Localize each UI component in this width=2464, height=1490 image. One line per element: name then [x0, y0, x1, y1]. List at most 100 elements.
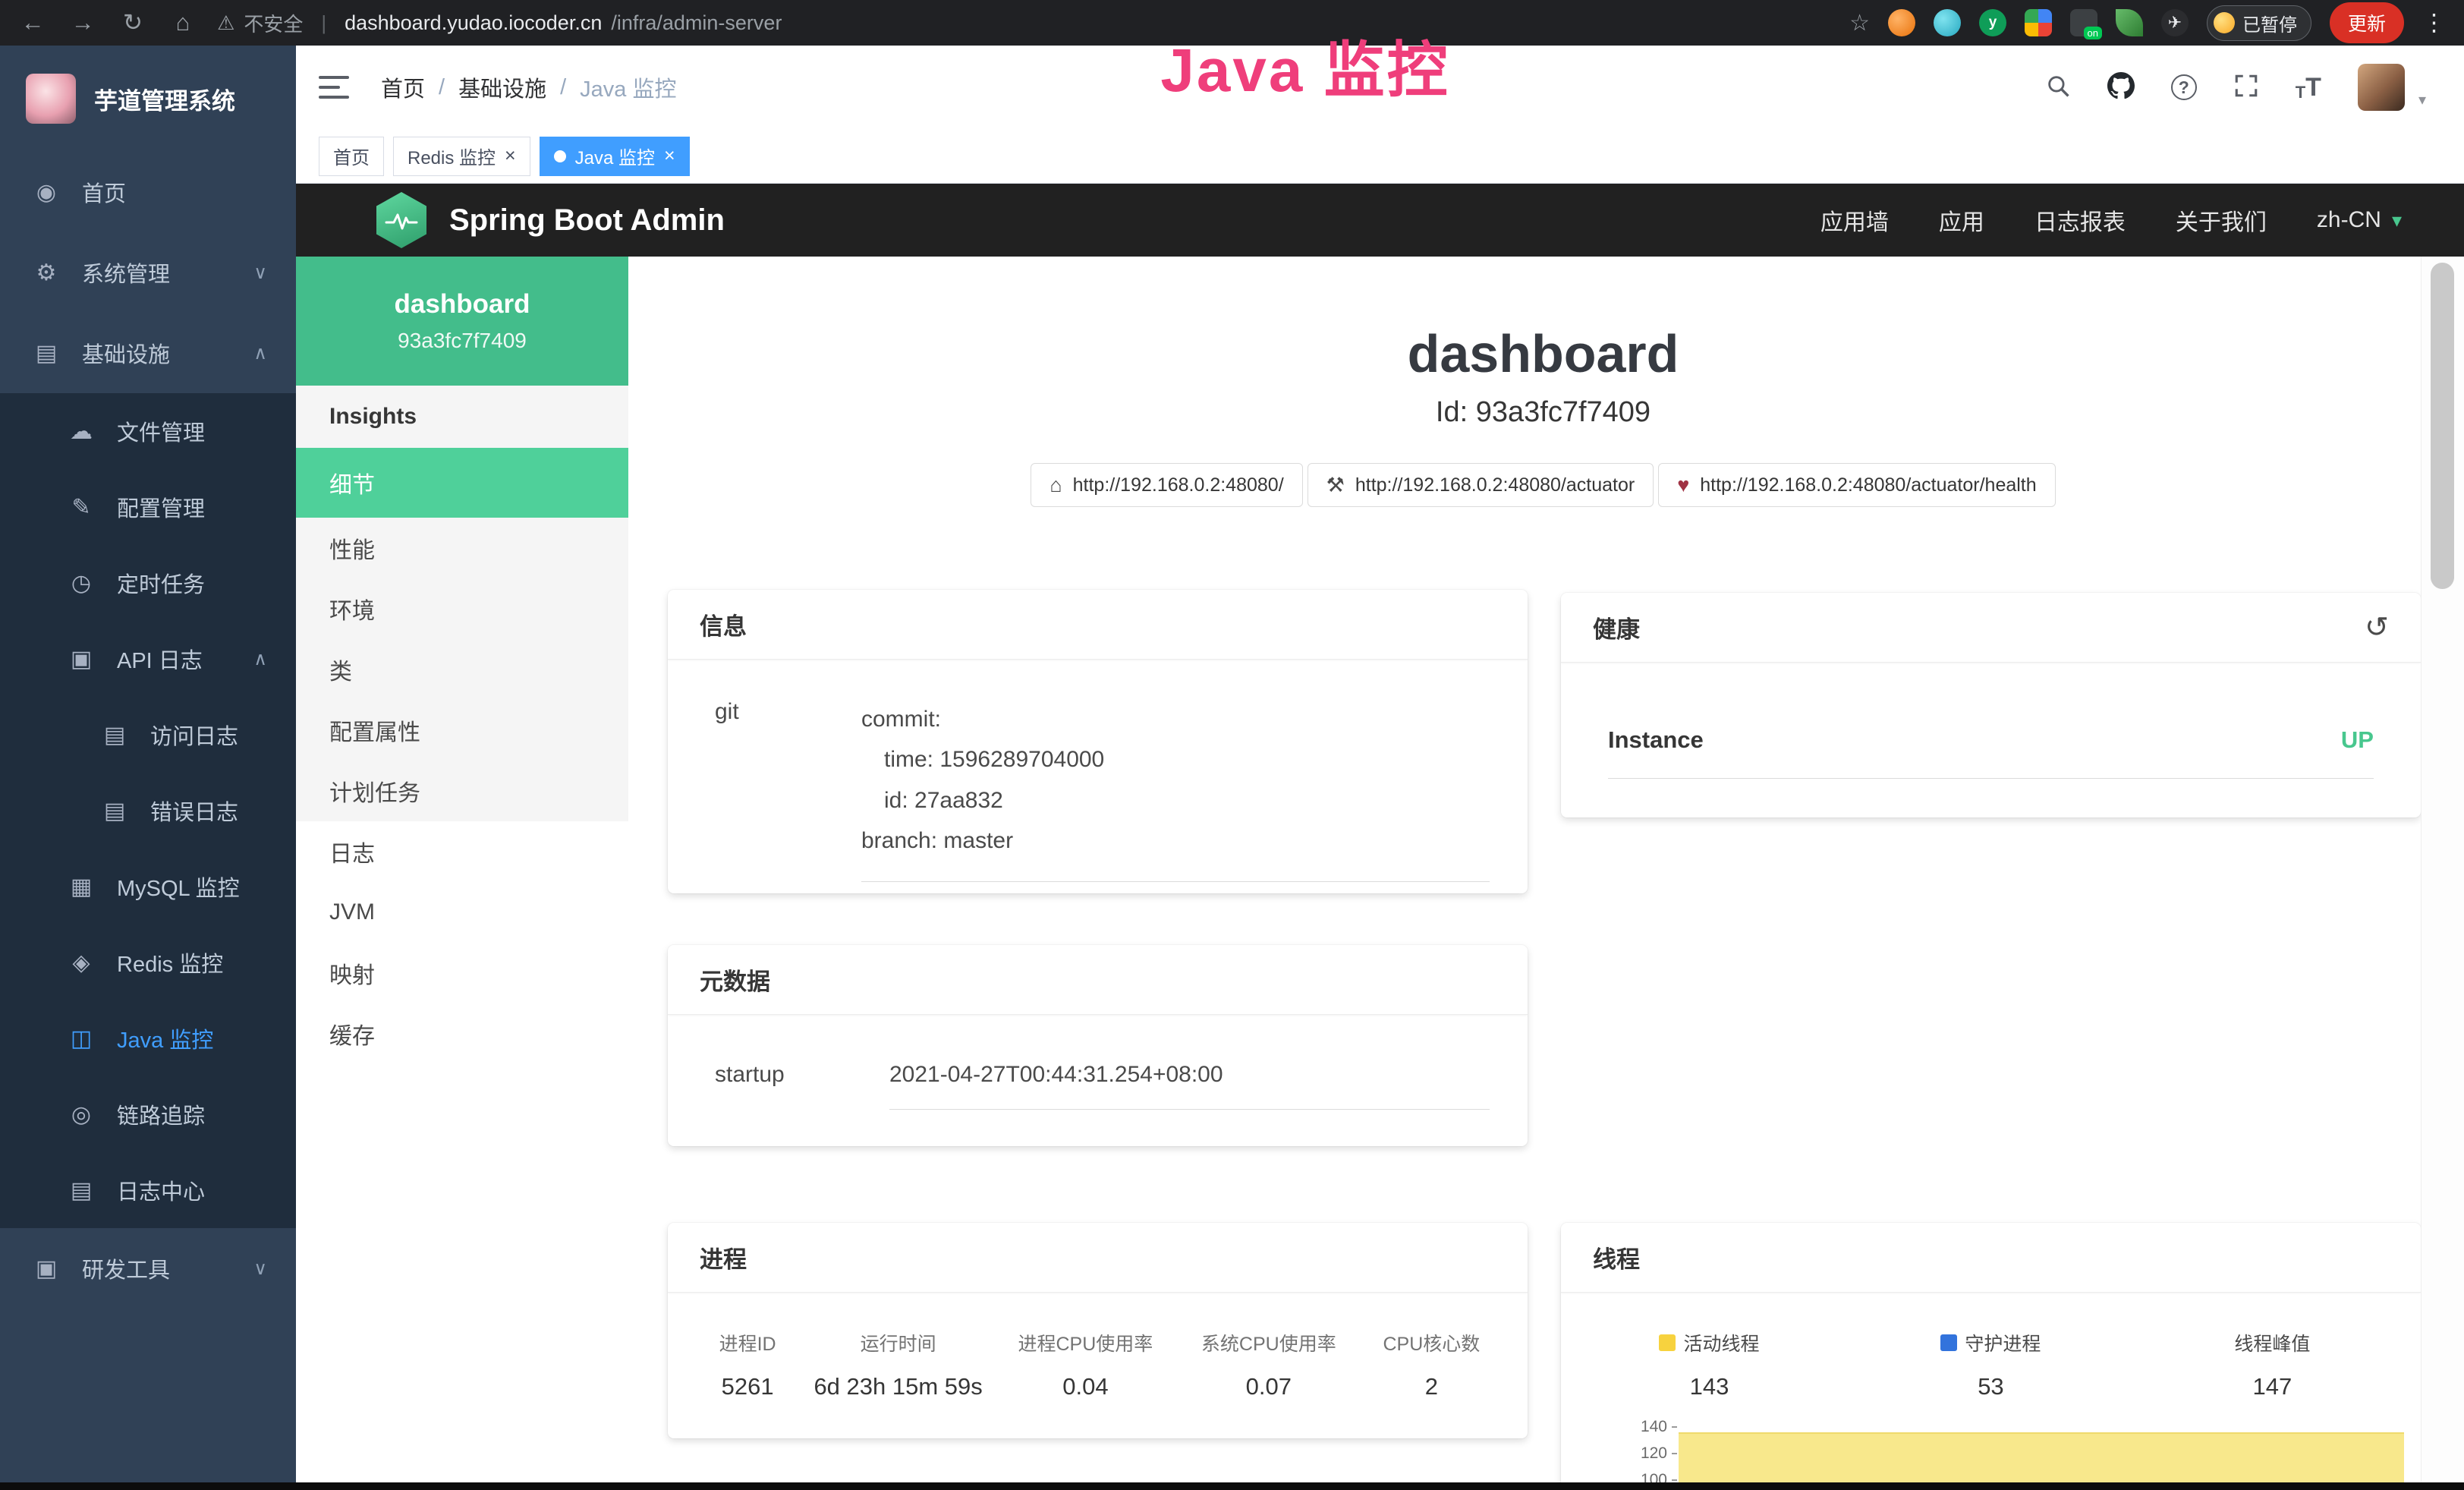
user-avatar[interactable]: [2358, 64, 2405, 111]
metadata-row-label: startup: [715, 1062, 889, 1110]
tab-redis-monitor[interactable]: Redis 监控 ×: [393, 137, 530, 176]
sba-navbar: Spring Boot Admin 应用墙 应用 日志报表 关于我们 zh-CN…: [296, 184, 2464, 257]
sidebar-item-mysql[interactable]: ▦ MySQL 监控: [0, 849, 296, 925]
locale-selector[interactable]: zh-CN ▾: [2317, 207, 2402, 233]
sba-logo-icon[interactable]: [376, 192, 426, 248]
sba-menu-metrics[interactable]: 性能: [296, 518, 628, 578]
close-icon[interactable]: ×: [664, 146, 675, 165]
info-card: 信息 git commit: time: 1596289704000 id: 2…: [668, 590, 1528, 893]
update-button[interactable]: 更新: [2330, 2, 2404, 43]
threads-chart: 140 120 100: [1561, 1417, 2421, 1490]
heart-icon: ♥: [1677, 474, 1689, 497]
actuator-url-button[interactable]: ⚒ http://192.168.0.2:48080/actuator: [1308, 463, 1654, 507]
sba-brand-title[interactable]: Spring Boot Admin: [449, 203, 725, 238]
browser-nav: ← → ↻ ⌂: [18, 9, 197, 36]
browser-home-icon[interactable]: ⌂: [168, 9, 197, 36]
database-icon: ▦: [67, 874, 96, 900]
process-col-cpu: 进程CPU使用率 0.04: [992, 1329, 1179, 1400]
sba-nav-wallboard[interactable]: 应用墙: [1820, 203, 1889, 237]
sidebar-item-trace[interactable]: ◎ 链路追踪: [0, 1076, 296, 1152]
sba-menu-jvm[interactable]: JVM: [296, 882, 628, 943]
tab-home[interactable]: 首页: [319, 137, 384, 176]
back-icon[interactable]: ←: [18, 9, 47, 36]
extension-orange-icon[interactable]: [1888, 9, 1915, 36]
extension-plane-icon[interactable]: ✈: [2161, 9, 2189, 36]
sidebar-item-jobs[interactable]: ◷ 定时任务: [0, 545, 296, 621]
extension-switch-icon[interactable]: on: [2070, 9, 2097, 36]
sidebar-item-label: MySQL 监控: [117, 871, 240, 903]
sba-menu-logs[interactable]: 日志: [296, 821, 628, 882]
instance-header: dashboard Id: 93a3fc7f7409: [668, 323, 2418, 429]
sidebar-item-java-monitor[interactable]: ◫ Java 监控: [0, 1000, 296, 1076]
chevron-down-icon: ∨: [253, 1258, 267, 1280]
sba-menu-classes[interactable]: 类: [296, 639, 628, 700]
screen-bottom-edge: [0, 1482, 2464, 1490]
fullscreen-icon[interactable]: [2233, 73, 2259, 102]
metadata-row-value: 2021-04-27T00:44:31.254+08:00: [889, 1062, 1490, 1110]
reload-icon[interactable]: ↻: [118, 9, 147, 36]
health-url-button[interactable]: ♥ http://192.168.0.2:48080/actuator/heal…: [1658, 463, 2055, 507]
scrollbar-thumb[interactable]: [2431, 263, 2454, 589]
sba-menu-caches[interactable]: 缓存: [296, 1003, 628, 1064]
sidebar-item-label: API 日志: [117, 643, 203, 675]
log-icon: ▤: [67, 1177, 96, 1204]
breadcrumb-infra[interactable]: 基础设施: [458, 71, 546, 103]
sba-nav-about[interactable]: 关于我们: [2176, 203, 2267, 237]
extension-green-icon[interactable]: y: [1979, 9, 2006, 36]
github-icon[interactable]: [2107, 72, 2135, 103]
kebab-menu-icon[interactable]: ⋮: [2422, 9, 2446, 36]
sba-menu-mappings[interactable]: 映射: [296, 943, 628, 1003]
sba-menu-scheduledtasks[interactable]: 计划任务: [296, 761, 628, 821]
app-logo[interactable]: 芋道管理系统: [0, 46, 296, 152]
legend-live-threads: 活动线程 143: [1569, 1329, 1850, 1400]
sidebar-item-home[interactable]: ◉ 首页: [0, 152, 296, 232]
help-icon[interactable]: ?: [2171, 74, 2197, 100]
service-url-button[interactable]: ⌂ http://192.168.0.2:48080/: [1031, 463, 1302, 507]
instance-selector[interactable]: dashboard 93a3fc7f7409: [296, 257, 628, 386]
health-url-label: http://192.168.0.2:48080/actuator/health: [1700, 474, 2036, 496]
extension-drop-icon[interactable]: [1934, 9, 1961, 36]
sidebar-item-infra[interactable]: ▤ 基础设施 ∧: [0, 313, 296, 393]
sidebar-item-files[interactable]: ☁ 文件管理: [0, 393, 296, 469]
sidebar-item-api-log[interactable]: ▣ API 日志 ∧: [0, 621, 296, 697]
breadcrumb-home[interactable]: 首页: [381, 71, 425, 103]
forward-icon[interactable]: →: [68, 9, 97, 36]
bookmark-star-icon[interactable]: ☆: [1849, 10, 1870, 36]
extension-leaf-icon[interactable]: [2116, 9, 2143, 36]
sba-menu-configprops[interactable]: 配置属性: [296, 700, 628, 761]
tab-label: Java 监控: [575, 143, 655, 169]
extension-grid-icon[interactable]: [2025, 9, 2052, 36]
gear-icon: ⚙: [32, 260, 61, 286]
hamburger-icon[interactable]: [319, 74, 352, 100]
sba-menu-details[interactable]: 细节: [296, 448, 628, 518]
font-size-icon[interactable]: TT: [2296, 73, 2321, 102]
history-icon[interactable]: ↺: [2365, 610, 2389, 644]
sidebar-item-devtools[interactable]: ▣ 研发工具 ∨: [0, 1228, 296, 1309]
paused-chip[interactable]: 已暂停: [2207, 5, 2311, 41]
tags-view: 首页 Redis 监控 × Java 监控 ×: [296, 129, 2464, 184]
search-icon[interactable]: [2045, 73, 2071, 102]
sba-menu-environment[interactable]: 环境: [296, 578, 628, 639]
metadata-row: startup 2021-04-27T00:44:31.254+08:00: [715, 1062, 1490, 1110]
tab-java-monitor[interactable]: Java 监控 ×: [540, 137, 690, 176]
breadcrumb-separator: /: [560, 75, 566, 100]
sba-body: dashboard 93a3fc7f7409 Insights 细节 性能 环境…: [296, 257, 2464, 1490]
sidebar-item-error-log[interactable]: ▤ 错误日志: [0, 773, 296, 849]
sidebar-item-system[interactable]: ⚙ 系统管理 ∨: [0, 232, 296, 313]
page-title: dashboard: [668, 323, 2418, 384]
sidebar-item-redis[interactable]: ◈ Redis 监控: [0, 925, 296, 1000]
chevron-up-icon: ∧: [253, 648, 267, 670]
sidebar-item-log-center[interactable]: ▤ 日志中心: [0, 1152, 296, 1228]
sba-nav-applications[interactable]: 应用: [1939, 203, 1984, 237]
tab-label: Redis 监控: [408, 143, 496, 169]
monitor-icon: ▤: [32, 340, 61, 367]
url-bar[interactable]: ⚠ 不安全 | dashboard.yudao.iocoder.cn/infra…: [217, 9, 782, 37]
close-icon[interactable]: ×: [505, 146, 516, 165]
metadata-card: 元数据 startup 2021-04-27T00:44:31.254+08:0…: [668, 945, 1528, 1146]
sidebar-item-access-log[interactable]: ▤ 访问日志: [0, 697, 296, 773]
active-dot-icon: [554, 150, 566, 162]
sba-nav-journal[interactable]: 日志报表: [2034, 203, 2126, 237]
toolbox-icon: ▣: [32, 1255, 61, 1282]
sidebar-item-config[interactable]: ✎ 配置管理: [0, 469, 296, 545]
scrollbar-track[interactable]: [2421, 257, 2464, 1482]
